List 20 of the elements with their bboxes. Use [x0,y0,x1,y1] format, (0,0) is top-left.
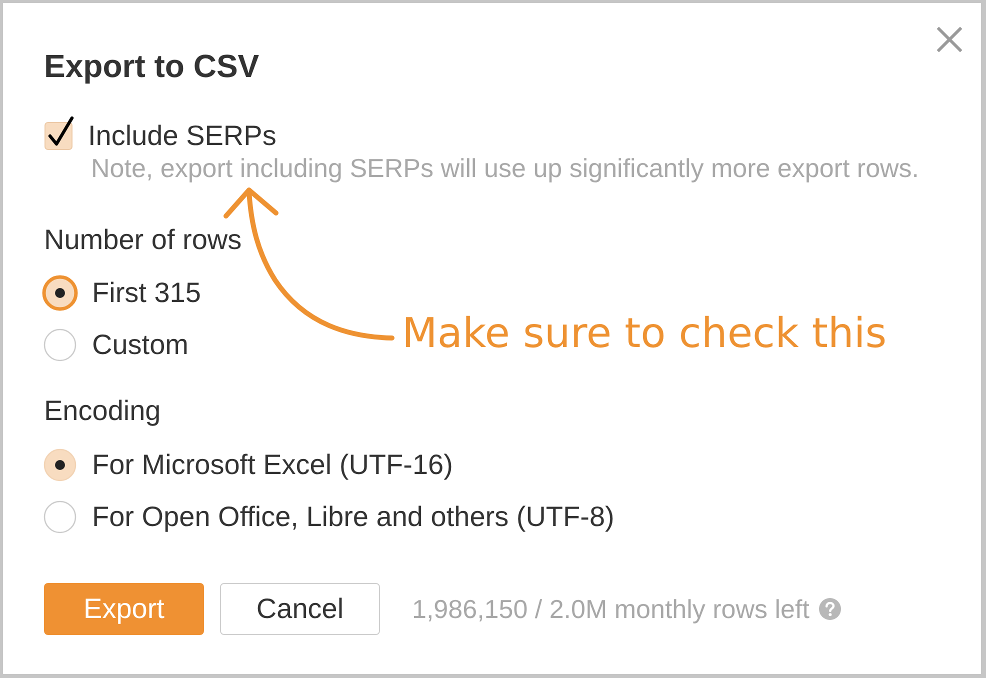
checkbox-label: Include SERPs [88,119,276,153]
close-icon [937,27,962,52]
section-heading: Encoding [44,394,161,428]
radio-button[interactable] [42,327,78,363]
checkbox[interactable] [44,116,76,150]
annotation-text: Make sure to check this [402,308,887,358]
radio-label: First 315 [92,276,201,310]
quota-text: 1,986,150 / 2.0M monthly rows left [412,594,810,624]
help-icon[interactable] [819,598,842,620]
close-button[interactable] [937,27,962,52]
cancel-button[interactable]: Cancel [220,583,380,635]
radio-label: For Microsoft Excel (UTF-16) [92,448,453,482]
dialog-title: Export to CSV [44,48,260,84]
section-heading: Number of rows [44,223,242,257]
radio-button[interactable] [42,275,78,311]
note-text: Note, export including SERPs will use up significantly more export rows. [91,154,920,182]
radio-label: For Open Office, Libre and others (UTF-8) [92,500,614,534]
radio-button[interactable] [42,447,78,483]
radio-button[interactable] [42,499,78,535]
radio-label: Custom [92,328,188,362]
